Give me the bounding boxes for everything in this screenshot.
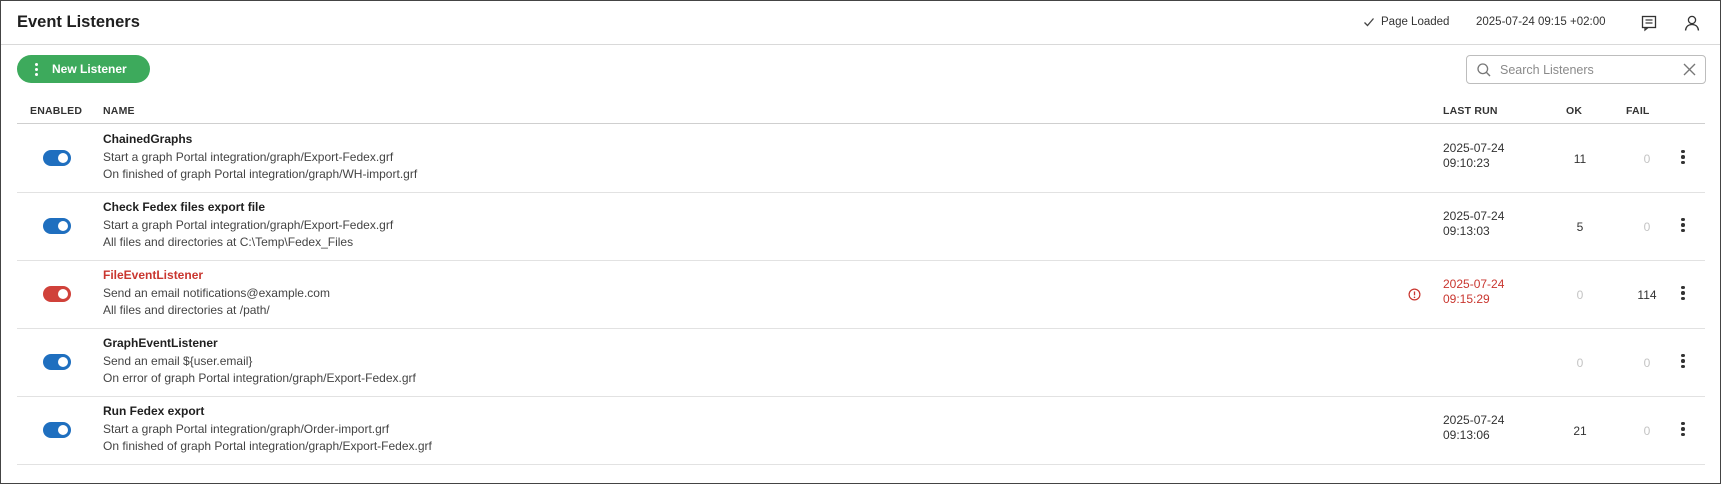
- last-run: 2025-07-24 09:10:23: [1443, 141, 1504, 171]
- last-run-time: 09:13:03: [1443, 224, 1490, 238]
- listener-trigger: All files and directories at /path/: [103, 303, 270, 317]
- enabled-toggle[interactable]: [43, 422, 71, 438]
- listener-name[interactable]: FileEventListener: [103, 268, 203, 282]
- listener-action: Send an email notifications@example.com: [103, 286, 330, 300]
- column-enabled: ENABLED: [30, 105, 83, 117]
- enabled-toggle[interactable]: [43, 218, 71, 234]
- table-row[interactable]: Check Fedex files export file Start a gra…: [17, 193, 1705, 261]
- row-menu-icon[interactable]: [1678, 285, 1688, 301]
- listener-trigger: On finished of graph Portal integration/…: [103, 439, 432, 453]
- status-text: Page Loaded: [1381, 16, 1450, 28]
- toggle-knob: [58, 425, 68, 435]
- fail-count: 0: [1643, 356, 1651, 370]
- search-icon: [1477, 62, 1491, 76]
- row-menu-icon[interactable]: [1678, 217, 1688, 233]
- last-run: 2025-07-24 09:15:29: [1443, 277, 1504, 307]
- enabled-toggle[interactable]: [43, 286, 71, 302]
- page-title: Event Listeners: [17, 13, 140, 31]
- column-name[interactable]: NAME: [103, 105, 135, 117]
- app-frame: Event Listeners Page Loaded 2025-07-24 0…: [0, 0, 1721, 484]
- check-icon: [1364, 18, 1374, 27]
- search-input[interactable]: [1500, 62, 1680, 77]
- column-fail[interactable]: FAIL: [1626, 105, 1650, 117]
- listener-trigger: On error of graph Portal integration/gra…: [103, 371, 416, 385]
- header-divider: [17, 123, 1705, 124]
- page-status: Page Loaded: [1363, 16, 1449, 28]
- listener-action: Start a graph Portal integration/graph/E…: [103, 150, 394, 164]
- listener-name[interactable]: ChainedGraphs: [103, 132, 192, 146]
- last-run-time: 09:10:23: [1443, 156, 1490, 170]
- clear-search-icon[interactable]: [1682, 62, 1697, 77]
- last-run-date: 2025-07-24: [1443, 413, 1505, 427]
- ok-count: 5: [1576, 220, 1584, 234]
- listener-name[interactable]: Run Fedex export: [103, 404, 204, 418]
- toggle-knob: [58, 221, 68, 231]
- header-timestamp: 2025-07-24 09:15 +02:00: [1476, 16, 1606, 28]
- page-header: Event Listeners Page Loaded 2025-07-24 0…: [1, 1, 1720, 45]
- column-last-run[interactable]: LAST RUN: [1443, 105, 1498, 117]
- last-run-date: 2025-07-24: [1443, 141, 1505, 155]
- row-menu-icon[interactable]: [1678, 149, 1688, 165]
- new-listener-label: New Listener: [52, 62, 127, 76]
- listener-action: Send an email ${user.email}: [103, 354, 253, 368]
- last-run-date: 2025-07-24: [1443, 209, 1505, 223]
- last-run-time: 09:15:29: [1443, 292, 1490, 306]
- table-row[interactable]: GraphEventListener Send an email ${user.e…: [17, 329, 1705, 397]
- user-icon[interactable]: [1681, 12, 1703, 34]
- fail-count: 0: [1643, 152, 1651, 166]
- search-box: [1466, 55, 1706, 84]
- fail-count: 0: [1643, 220, 1651, 234]
- toggle-knob: [58, 357, 68, 367]
- listener-name[interactable]: Check Fedex files export file: [103, 200, 265, 214]
- table-row[interactable]: Run Fedex export Start a graph Portal int…: [17, 397, 1705, 465]
- fail-count: 114: [1637, 288, 1657, 302]
- listener-trigger: On finished of graph Portal integration/…: [103, 167, 418, 181]
- listener-action: Start a graph Portal integration/graph/E…: [103, 218, 394, 232]
- row-menu-icon[interactable]: [1678, 353, 1688, 369]
- ok-count: 11: [1573, 152, 1587, 166]
- enabled-toggle[interactable]: [43, 354, 71, 370]
- warning-icon: [1408, 288, 1421, 301]
- last-run: 2025-07-24 09:13:03: [1443, 209, 1504, 239]
- listener-name[interactable]: GraphEventListener: [103, 336, 218, 350]
- toggle-knob: [58, 289, 68, 299]
- last-run-time: 09:13:06: [1443, 428, 1490, 442]
- row-menu-icon[interactable]: [1678, 421, 1688, 437]
- ok-count: 0: [1576, 288, 1584, 302]
- notes-icon[interactable]: [1638, 12, 1660, 34]
- listener-action: Start a graph Portal integration/graph/O…: [103, 422, 390, 436]
- more-icon: [35, 62, 38, 76]
- last-run: 2025-07-24 09:13:06: [1443, 413, 1504, 443]
- fail-count: 0: [1643, 424, 1651, 438]
- ok-count: 21: [1573, 424, 1587, 438]
- enabled-toggle[interactable]: [43, 150, 71, 166]
- table-row[interactable]: ChainedGraphs Start a graph Portal integr…: [17, 125, 1705, 193]
- column-ok[interactable]: OK: [1566, 105, 1582, 117]
- table-row[interactable]: FileEventListener Send an email notificat…: [17, 261, 1705, 329]
- toggle-knob: [58, 153, 68, 163]
- listener-trigger: All files and directories at C:\Temp\Fed…: [103, 235, 354, 249]
- ok-count: 0: [1576, 356, 1584, 370]
- new-listener-button[interactable]: New Listener: [17, 55, 150, 83]
- last-run-date: 2025-07-24: [1443, 277, 1505, 291]
